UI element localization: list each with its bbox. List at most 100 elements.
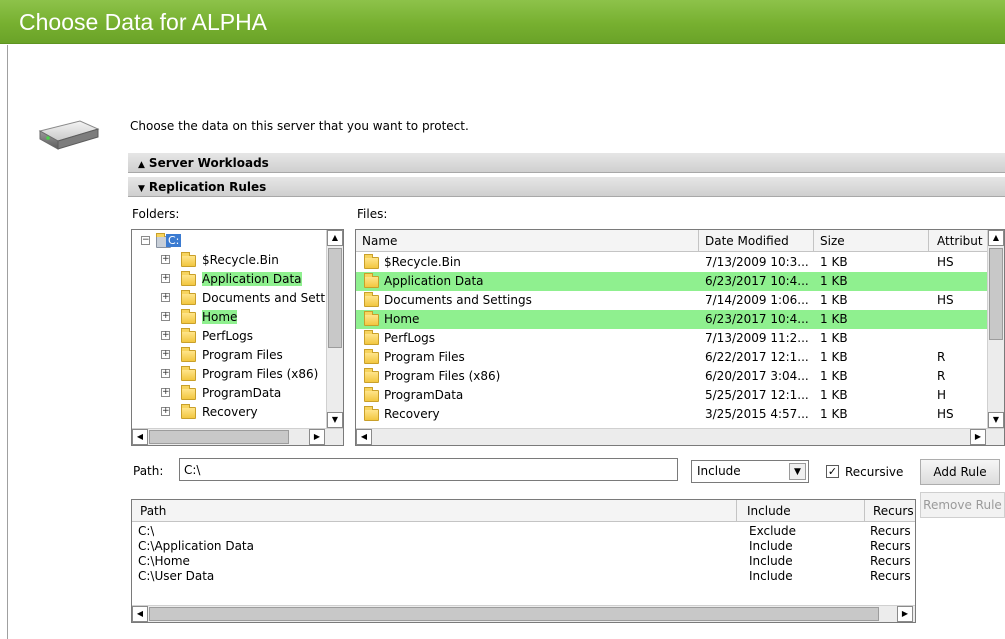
folders-label: Folders:: [132, 207, 180, 221]
expand-icon[interactable]: +: [161, 293, 170, 302]
expand-icon[interactable]: +: [161, 255, 170, 264]
scroll-left-icon[interactable]: ◀: [132, 606, 148, 622]
files-grid-header: Name Date Modified Size Attribut: [356, 230, 1004, 252]
expand-icon[interactable]: +: [161, 331, 170, 340]
file-row[interactable]: Home 6/23/2017 10:4... 1 KB: [356, 310, 987, 329]
scroll-up-icon[interactable]: ▲: [988, 230, 1004, 246]
scroll-thumb[interactable]: [989, 248, 1003, 340]
collapse-icon[interactable]: −: [141, 236, 150, 245]
folder-icon: [181, 309, 196, 324]
remove-rule-button[interactable]: Remove Rule: [920, 492, 1005, 518]
tree-item[interactable]: + ProgramData: [132, 384, 332, 403]
collapse-up-icon: ▲: [138, 160, 145, 170]
tree-item-label: Documents and Settir: [202, 291, 334, 305]
rule-row[interactable]: C:\Application Data Include Recurs: [132, 539, 915, 554]
tree-item[interactable]: + Program Files: [132, 346, 332, 365]
rule-row[interactable]: C:\User Data Include Recurs: [132, 569, 915, 584]
files-horizontal-scrollbar[interactable]: ◀ ▶: [356, 428, 1004, 445]
server-workloads-header[interactable]: ▲ Server Workloads: [128, 153, 1005, 173]
rule-row[interactable]: C:\Home Include Recurs: [132, 554, 915, 569]
folder-icon: [181, 347, 196, 362]
tree-item[interactable]: + PerfLogs: [132, 327, 332, 346]
column-name[interactable]: Name: [356, 230, 699, 252]
tree-item[interactable]: + Program Files (x86): [132, 365, 332, 384]
expand-icon[interactable]: +: [161, 350, 170, 359]
files-vertical-scrollbar[interactable]: ▲ ▼: [987, 230, 1004, 430]
include-exclude-select[interactable]: Include ▼: [691, 460, 809, 483]
column-path[interactable]: Path: [132, 500, 737, 522]
file-name: ProgramData: [384, 388, 464, 402]
dropdown-arrow-icon[interactable]: ▼: [789, 463, 806, 480]
file-size: 1 KB: [820, 369, 848, 383]
file-name: PerfLogs: [384, 331, 436, 345]
scroll-right-icon[interactable]: ▶: [970, 429, 986, 445]
file-name: $Recycle.Bin: [384, 255, 461, 269]
tree-item[interactable]: + Documents and Settir: [132, 289, 334, 308]
file-row[interactable]: $Recycle.Bin 7/13/2009 10:3... 1 KB HS: [356, 253, 987, 272]
scroll-thumb[interactable]: [328, 248, 342, 348]
tree-item[interactable]: + Recovery: [132, 403, 332, 422]
expand-icon[interactable]: +: [161, 388, 170, 397]
rules-grid[interactable]: Path Include Recurs C:\ Exclude Recurs C:\A…: [131, 499, 916, 623]
file-name: Recovery: [384, 407, 440, 421]
replication-rules-label: Replication Rules: [148, 180, 267, 194]
column-include[interactable]: Include: [737, 500, 865, 522]
rule-recursive: Recurs: [870, 569, 911, 583]
expand-icon[interactable]: +: [161, 369, 170, 378]
tree-root[interactable]: − C:: [132, 232, 332, 251]
folder-icon: [181, 328, 196, 343]
expand-icon[interactable]: +: [161, 407, 170, 416]
scroll-down-icon[interactable]: ▼: [988, 412, 1004, 428]
file-row[interactable]: ProgramData 5/25/2017 12:1... 1 KB H: [356, 386, 987, 405]
file-row[interactable]: Documents and Settings 7/14/2009 1:06... 1…: [356, 291, 987, 310]
left-border: [7, 45, 8, 639]
files-grid[interactable]: Name Date Modified Size Attribut $Recycl…: [355, 229, 1005, 446]
path-input[interactable]: [179, 458, 678, 481]
file-date-modified: 7/14/2009 1:06...: [705, 293, 809, 307]
file-row[interactable]: Program Files 6/22/2017 12:1... 1 KB R: [356, 348, 987, 367]
tree-item[interactable]: + $Recycle.Bin: [132, 251, 332, 270]
add-rule-button[interactable]: Add Rule: [920, 459, 1000, 485]
folder-icon: [364, 292, 379, 307]
file-size: 1 KB: [820, 388, 848, 402]
column-size[interactable]: Size: [814, 230, 929, 252]
file-row[interactable]: PerfLogs 7/13/2009 11:2... 1 KB: [356, 329, 987, 348]
file-row[interactable]: Program Files (x86) 6/20/2017 3:04... 1 KB…: [356, 367, 987, 386]
rules-horizontal-scrollbar[interactable]: ◀ ▶: [132, 605, 915, 622]
scroll-left-icon[interactable]: ◀: [132, 429, 148, 445]
tree-item[interactable]: + Application Data: [132, 270, 332, 289]
recursive-checkbox[interactable]: ✓: [826, 465, 839, 478]
expand-icon[interactable]: +: [161, 274, 170, 283]
scroll-up-icon[interactable]: ▲: [327, 230, 343, 246]
scroll-left-icon[interactable]: ◀: [356, 429, 372, 445]
folders-tree[interactable]: − C: + $Recycle.Bin + Application Data + Docu…: [131, 229, 344, 446]
scroll-thumb[interactable]: [149, 607, 879, 621]
folders-horizontal-scrollbar[interactable]: ◀ ▶: [132, 428, 343, 445]
file-row[interactable]: Application Data 6/23/2017 10:4... 1 KB: [356, 272, 987, 291]
rule-path: C:\: [138, 524, 155, 538]
file-name: Program Files: [384, 350, 465, 364]
file-size: 1 KB: [820, 274, 848, 288]
file-row[interactable]: Recovery 3/25/2015 4:57... 1 KB HS: [356, 405, 987, 424]
file-date-modified: 6/22/2017 12:1...: [705, 350, 809, 364]
expand-icon[interactable]: +: [161, 312, 170, 321]
file-size: 1 KB: [820, 350, 848, 364]
rule-row[interactable]: C:\ Exclude Recurs: [132, 524, 915, 539]
expand-down-icon: ▼: [138, 184, 145, 194]
column-date-modified[interactable]: Date Modified: [699, 230, 814, 252]
file-attributes: R: [937, 350, 946, 364]
column-recursive[interactable]: Recurs: [865, 500, 915, 522]
file-date-modified: 3/25/2015 4:57...: [705, 407, 809, 421]
scroll-thumb[interactable]: [149, 430, 289, 444]
file-attributes: HS: [937, 293, 954, 307]
file-name: Program Files (x86): [384, 369, 501, 383]
folder-icon: [364, 254, 379, 269]
scroll-right-icon[interactable]: ▶: [897, 606, 913, 622]
replication-rules-header[interactable]: ▼ Replication Rules: [128, 177, 1005, 197]
folders-vertical-scrollbar[interactable]: ▲ ▼: [326, 230, 343, 430]
scroll-right-icon[interactable]: ▶: [309, 429, 325, 445]
scroll-down-icon[interactable]: ▼: [327, 412, 343, 428]
window-title: Choose Data for ALPHA: [19, 9, 268, 35]
tree-item[interactable]: + Home: [132, 308, 332, 327]
tree-root-label: C:: [166, 234, 182, 247]
